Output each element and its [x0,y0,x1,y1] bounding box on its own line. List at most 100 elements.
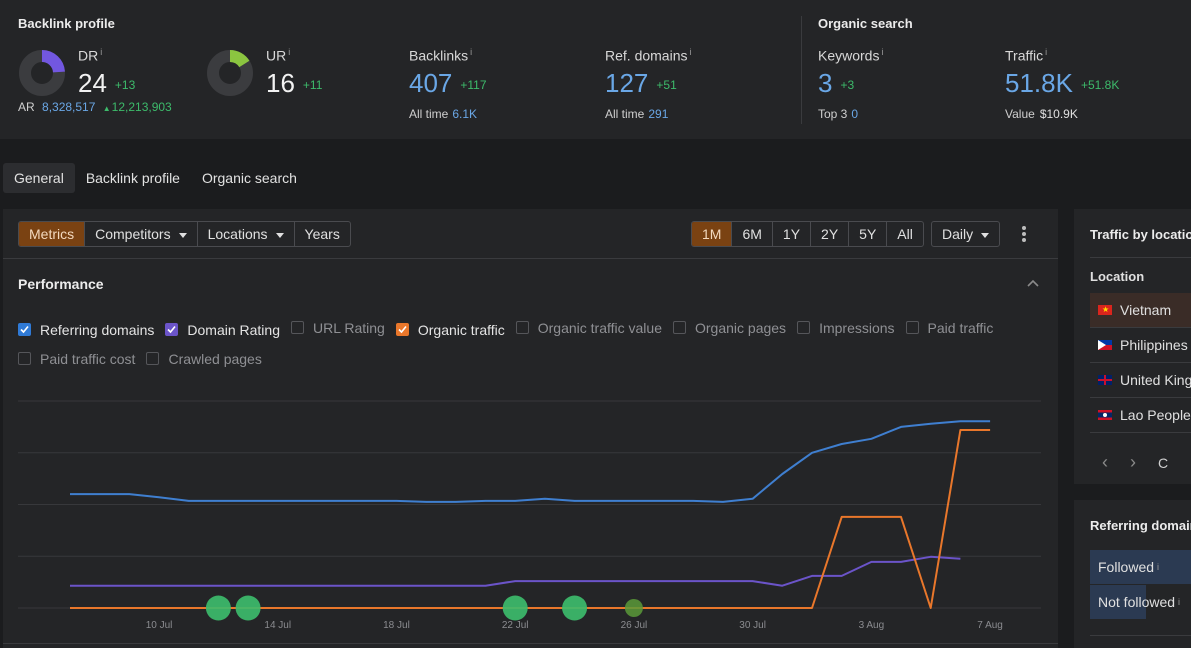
range-1y-button[interactable]: 1Y [773,222,812,246]
chevron-up-icon[interactable] [1027,277,1039,289]
range-5y-button[interactable]: 5Y [849,222,888,246]
info-icon[interactable]: i [881,47,883,57]
divider [1090,635,1191,636]
series-line-referring-domains[interactable] [70,420,991,503]
keywords-metric: Keywords i 3 +3 Top 30 [818,47,883,121]
performance-title: Performance [18,276,104,292]
range-all-button[interactable]: All [887,222,923,246]
metric-checkbox-url-rating[interactable]: URL Rating [291,313,385,342]
keywords-value[interactable]: 3 [818,68,832,98]
metric-checkbox-paid-traffic[interactable]: Paid traffic [905,313,993,342]
dr-metric: DR i 24 +13 [78,47,135,100]
checkbox-checked-icon[interactable] [165,323,179,336]
info-icon[interactable]: i [470,47,472,57]
ur-gauge-icon [207,50,253,96]
checkbox-unchecked-icon[interactable] [515,321,529,334]
metric-checkbox-label: Organic pages [695,319,787,336]
metric-checkbox-organic-traffic-value[interactable]: Organic traffic value [515,313,662,342]
backlinks-metric: Backlinks i 407 +117 All time 6.1K [409,47,487,121]
info-icon[interactable]: i [288,47,290,57]
metric-checkbox-referring-domains[interactable]: Referring domains [18,315,154,344]
metric-checkbox-label: Crawled pages [168,350,262,367]
triangle-up-icon: ▲ [102,104,111,113]
vn-flag-icon: ★ [1098,305,1112,315]
traffic-value-amount: $10.9K [1039,106,1078,121]
info-icon[interactable]: i [1157,562,1159,572]
traffic-label: Traffic [1005,47,1044,64]
tab-general[interactable]: General [3,163,75,193]
ref-domains-all-time[interactable]: 291 [648,107,668,121]
locations-dropdown[interactable]: Locations [198,222,295,246]
not-followed-row[interactable]: Not followed i [1090,585,1191,619]
ur-label: UR [266,47,287,64]
event-marker[interactable] [205,595,231,621]
traffic-by-location-title: Traffic by location [1090,227,1191,242]
event-marker[interactable] [624,599,643,617]
checkbox-unchecked-icon[interactable] [146,352,160,365]
referring-domains-card: Referring domains Followedi Not followed… [1074,500,1191,648]
years-button[interactable]: Years [295,222,350,246]
checkbox-unchecked-icon[interactable] [291,321,304,334]
metric-checkbox-impressions[interactable]: Impressions [797,313,895,342]
competitors-dropdown[interactable]: Competitors [85,222,198,246]
granularity-dropdown[interactable]: Daily [931,221,1001,247]
location-row[interactable]: ★ Vietnam [1090,293,1191,328]
tab-backlink-profile[interactable]: Backlink profile [75,163,191,193]
tab-organic-search[interactable]: Organic search [191,163,308,193]
range-6m-button[interactable]: 6M [732,222,773,246]
ar-metric: AR 8,328,517 ▲12,213,903 [18,100,172,114]
metric-checkbox-organic-traffic[interactable]: Organic traffic [395,315,505,344]
info-icon[interactable]: i [1178,597,1180,607]
location-row[interactable]: United Kingdom [1090,363,1191,398]
info-icon[interactable]: i [1045,47,1047,57]
location-pager: ‹ › C [1102,452,1168,474]
ur-delta: +11 [302,77,323,92]
traffic-value[interactable]: 51.8K [1005,68,1073,98]
metric-checkbox-paid-traffic-cost[interactable]: Paid traffic cost [18,344,135,373]
metric-checkbox-organic-pages[interactable]: Organic pages [673,313,786,342]
divider [1090,257,1191,258]
event-marker[interactable] [502,595,528,621]
backlinks-delta: +117 [460,77,487,92]
backlinks-value[interactable]: 407 [409,68,452,98]
performance-chart[interactable]: 10 Jul 14 Jul 18 Jul 22 Jul 26 Jul 30 Jul 3 Au… [3,379,1058,648]
location-more-link[interactable]: C [1158,452,1168,474]
followed-row[interactable]: Followed i [1090,550,1191,584]
location-row[interactable]: Lao People's Democratic Republic [1090,398,1191,433]
checkbox-checked-icon[interactable] [18,323,31,336]
keywords-top3[interactable]: 0 [851,107,858,121]
metric-checkbox-crawled-pages[interactable]: Crawled pages [146,344,262,373]
location-column-header[interactable]: Location [1090,269,1144,284]
kebab-icon[interactable] [1018,226,1030,242]
caret-down-icon [178,232,187,238]
ar-value[interactable]: 8,328,517 [42,100,95,114]
metric-checkbox-domain-rating[interactable]: Domain Rating [165,315,280,344]
metrics-button[interactable]: Metrics [19,222,86,246]
info-icon[interactable]: i [100,47,102,57]
checkbox-checked-icon[interactable] [395,323,409,336]
checkbox-unchecked-icon[interactable] [797,321,811,334]
event-marker[interactable] [235,595,261,621]
x-tick-label: 26 Jul [621,620,648,631]
event-marker[interactable] [562,595,588,621]
metric-checkboxes: Referring domains Domain Rating URL Rating… [18,313,1038,373]
referring-domains-title: Referring domains [1090,518,1191,533]
keywords-delta: +3 [840,77,855,92]
caret-down-icon [981,232,990,238]
range-1m-button[interactable]: 1M [692,222,733,246]
view-mode-group: Metrics Competitors Locations Years [18,221,351,247]
backlinks-all-time[interactable]: 6.1K [452,107,477,121]
checkbox-unchecked-icon[interactable] [18,352,31,365]
section-tabs: General Backlink profile Organic search [3,163,308,193]
ref-domains-value[interactable]: 127 [605,68,648,98]
chevron-left-icon[interactable]: ‹ [1102,452,1108,474]
location-row[interactable]: Philippines [1090,328,1191,363]
range-2y-button[interactable]: 2Y [811,222,850,246]
location-name: Vietnam [1120,302,1172,318]
backlinks-sub-label: All time [409,106,449,121]
checkbox-unchecked-icon[interactable] [905,321,919,334]
granularity-label: Daily [942,226,974,242]
info-icon[interactable]: i [689,47,691,57]
checkbox-unchecked-icon[interactable] [673,321,686,334]
chevron-right-icon[interactable]: › [1130,452,1136,474]
